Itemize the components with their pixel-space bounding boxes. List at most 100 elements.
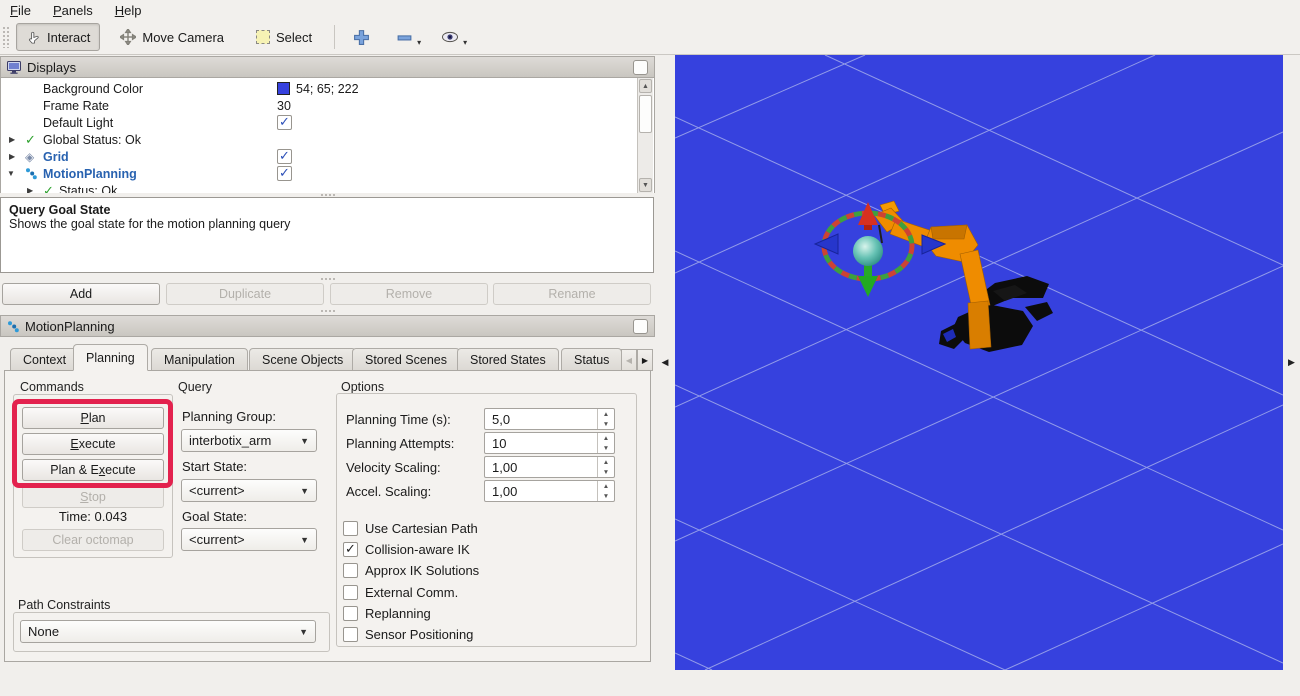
scroll-down-button[interactable]: ▼ xyxy=(639,178,652,192)
displays-panel-title: Displays xyxy=(27,60,76,75)
displays-scrollbar[interactable]: ▲ ▼ xyxy=(637,78,653,193)
spin-down-icon[interactable]: ▼ xyxy=(598,491,614,501)
default-light-checkbox[interactable] xyxy=(277,115,292,130)
external-comm-checkbox[interactable] xyxy=(343,585,358,600)
select-tool-button[interactable]: Select xyxy=(246,23,322,51)
3d-viewport[interactable] xyxy=(675,55,1283,670)
displays-panel-collapse-button[interactable] xyxy=(633,60,648,75)
menu-help[interactable]: Help xyxy=(115,3,142,18)
external-comm-option[interactable]: External Comm. xyxy=(343,585,458,600)
rename-display-button[interactable]: Rename xyxy=(493,283,651,305)
zoom-out-tool-button[interactable] xyxy=(390,25,419,50)
path-constraints-combobox[interactable]: None▼ xyxy=(20,620,316,643)
tree-row-background-color[interactable]: Background Color 54; 65; 222 xyxy=(1,80,621,97)
expander-icon[interactable]: ▶ xyxy=(9,148,15,165)
collision-aware-ik-checkbox[interactable] xyxy=(343,542,358,557)
move-camera-tool-button[interactable]: Move Camera xyxy=(110,23,234,51)
approx-ik-solutions-option[interactable]: Approx IK Solutions xyxy=(343,563,479,578)
tab-stored-states[interactable]: Stored States xyxy=(457,348,559,371)
sensor-positioning-option[interactable]: Sensor Positioning xyxy=(343,627,473,642)
start-state-combobox[interactable]: <current>▼ xyxy=(181,479,317,502)
focus-camera-tool-button[interactable] xyxy=(435,26,465,48)
color-swatch[interactable] xyxy=(277,82,290,95)
expander-icon[interactable]: ▼ xyxy=(7,165,15,182)
select-icon xyxy=(256,30,270,44)
sensor-positioning-checkbox[interactable] xyxy=(343,627,358,642)
plan-button[interactable]: Plan xyxy=(22,407,164,429)
motionplanning-enabled-checkbox[interactable] xyxy=(277,166,292,181)
stop-button[interactable]: Stop xyxy=(22,486,164,508)
plan-and-execute-button[interactable]: Plan & Execute xyxy=(22,459,164,481)
menu-file[interactable]: File xyxy=(10,3,31,18)
tab-manipulation[interactable]: Manipulation xyxy=(151,348,248,371)
tab-scroll-right-button[interactable]: ▶ xyxy=(637,349,653,371)
tree-row-global-status[interactable]: ▶ ✓ Global Status: Ok xyxy=(1,131,621,148)
color-value[interactable]: 54; 65; 222 xyxy=(296,82,359,96)
replanning-checkbox[interactable] xyxy=(343,606,358,621)
spin-down-icon[interactable]: ▼ xyxy=(598,443,614,453)
collapse-left-icon[interactable]: ◀ xyxy=(662,357,669,368)
remove-display-button[interactable]: Remove xyxy=(330,283,488,305)
tree-row-status[interactable]: ▶ ✓ Status: Ok xyxy=(1,182,621,193)
spin-down-icon[interactable]: ▼ xyxy=(598,467,614,477)
spin-up-icon[interactable]: ▲ xyxy=(598,409,614,419)
scroll-up-button[interactable]: ▲ xyxy=(639,79,652,93)
interact-tool-button[interactable]: Interact xyxy=(16,23,100,51)
spin-up-icon[interactable]: ▲ xyxy=(598,457,614,467)
expander-icon[interactable]: ▶ xyxy=(9,131,15,148)
spin-up-icon[interactable]: ▲ xyxy=(598,433,614,443)
tree-row-default-light[interactable]: Default Light xyxy=(1,114,621,131)
execute-button[interactable]: Execute xyxy=(22,433,164,455)
tab-scroll-left-button[interactable]: ◀ xyxy=(621,349,637,371)
move-camera-label: Move Camera xyxy=(142,30,224,45)
motionplanning-panel-collapse-button[interactable] xyxy=(633,319,648,334)
duplicate-display-button[interactable]: Duplicate xyxy=(166,283,324,305)
planning-time-spinbox[interactable]: 5,0 ▲▼ xyxy=(484,408,615,430)
tree-row-motionplanning[interactable]: ▼ MotionPlanning xyxy=(1,165,621,182)
add-display-button[interactable]: Add xyxy=(2,283,160,305)
frame-rate-value[interactable]: 30 xyxy=(277,97,291,114)
toolbar: Interact Move Camera Select ▾ ▾ xyxy=(0,20,1300,55)
motionplanning-panel-header[interactable]: MotionPlanning xyxy=(0,315,655,337)
scroll-thumb[interactable] xyxy=(639,95,652,133)
tree-row-grid[interactable]: ▶ ◈ Grid xyxy=(1,148,621,165)
tab-context[interactable]: Context xyxy=(10,348,79,371)
tab-status[interactable]: Status xyxy=(561,348,622,371)
focus-camera-dropdown-caret[interactable]: ▾ xyxy=(463,38,467,47)
planning-attempts-spinbox[interactable]: 10 ▲▼ xyxy=(484,432,615,454)
planning-group-combobox[interactable]: interbotix_arm▼ xyxy=(181,429,317,452)
accel-scaling-spinbox[interactable]: 1,00 ▲▼ xyxy=(484,480,615,502)
toolbar-drag-handle[interactable] xyxy=(2,26,10,48)
marker-sphere[interactable] xyxy=(853,236,883,266)
grid-enabled-checkbox[interactable] xyxy=(277,149,292,164)
use-cartesian-path-checkbox[interactable] xyxy=(343,521,358,536)
tab-stored-scenes[interactable]: Stored Scenes xyxy=(352,348,460,371)
replanning-option[interactable]: Replanning xyxy=(343,606,431,621)
goal-state-combobox[interactable]: <current>▼ xyxy=(181,528,317,551)
zoom-in-tool-button[interactable] xyxy=(347,25,376,50)
right-panel-splitter[interactable]: ▶ xyxy=(1283,55,1300,670)
displays-tree: Background Color 54; 65; 222 Frame Rate … xyxy=(0,78,655,193)
approx-ik-solutions-checkbox[interactable] xyxy=(343,563,358,578)
splitter-handle[interactable] xyxy=(320,277,336,281)
panel-viewport-splitter[interactable]: ◀ xyxy=(655,55,675,670)
description-title: Query Goal State xyxy=(9,203,645,217)
spin-up-icon[interactable]: ▲ xyxy=(598,481,614,491)
interactive-marker[interactable] xyxy=(815,202,945,297)
clear-octomap-button[interactable]: Clear octomap xyxy=(22,529,164,551)
displays-panel-header[interactable]: Displays xyxy=(0,56,655,78)
use-cartesian-path-option[interactable]: Use Cartesian Path xyxy=(343,521,478,536)
tab-scene-objects[interactable]: Scene Objects xyxy=(249,348,356,371)
spin-down-icon[interactable]: ▼ xyxy=(598,419,614,429)
move-down-arrow[interactable] xyxy=(858,276,878,297)
tree-row-frame-rate[interactable]: Frame Rate 30 xyxy=(1,97,621,114)
expander-icon[interactable]: ▶ xyxy=(27,182,33,193)
splitter-handle[interactable] xyxy=(320,309,336,313)
tab-planning[interactable]: Planning xyxy=(73,344,148,371)
chevron-down-icon: ▼ xyxy=(299,627,308,637)
collision-aware-ik-option[interactable]: Collision-aware IK xyxy=(343,542,470,557)
zoom-out-dropdown-caret[interactable]: ▾ xyxy=(417,38,421,47)
velocity-scaling-spinbox[interactable]: 1,00 ▲▼ xyxy=(484,456,615,478)
expand-right-icon[interactable]: ▶ xyxy=(1288,357,1295,368)
menu-panels[interactable]: Panels xyxy=(53,3,93,18)
